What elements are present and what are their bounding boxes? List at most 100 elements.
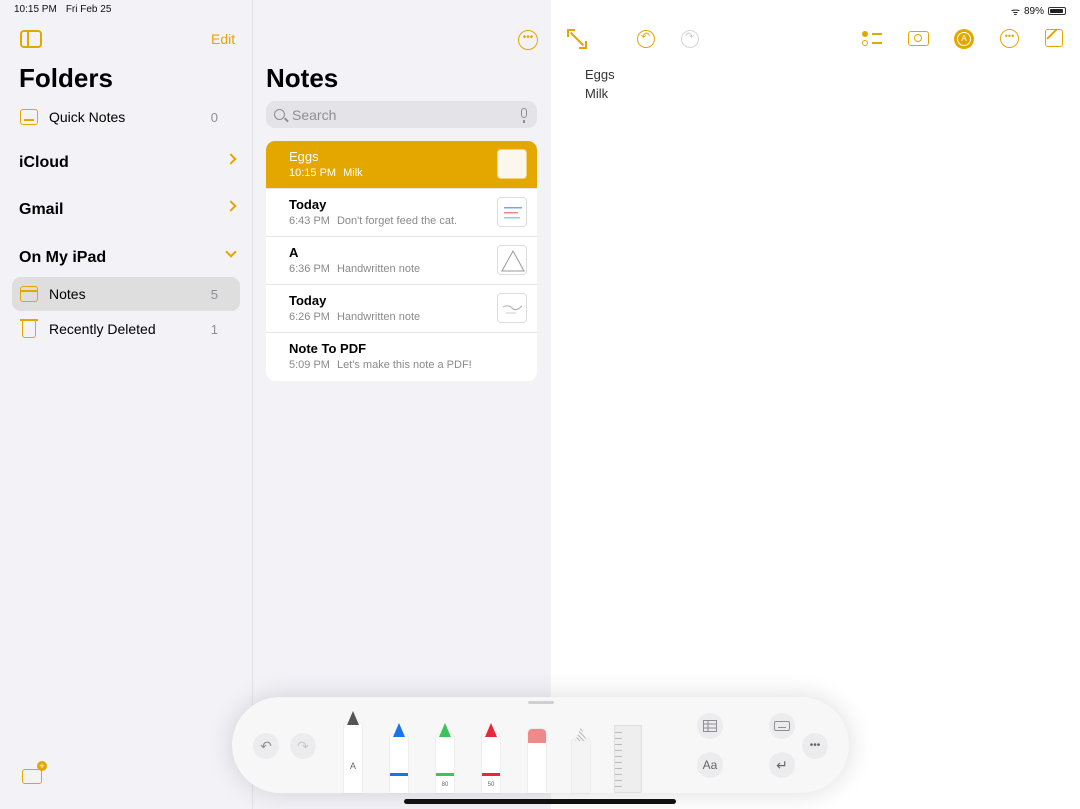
sidebar-toggle-icon[interactable] xyxy=(20,30,42,48)
return-icon[interactable]: ↵ xyxy=(769,752,795,778)
note-line: Milk xyxy=(585,86,609,101)
chevron-right-icon xyxy=(225,200,237,212)
folder-notes[interactable]: Notes 5 xyxy=(12,277,240,311)
edit-button[interactable]: Edit xyxy=(211,31,235,47)
pen-label: A xyxy=(349,761,356,771)
markup-icon[interactable] xyxy=(954,29,974,49)
palette-drag-handle[interactable] xyxy=(528,701,554,704)
note-preview: Don't forget feed the cat. xyxy=(336,215,458,227)
note-item-note-to-pdf[interactable]: Note To PDF 5:09 PM Let's make this note … xyxy=(266,333,537,381)
marker-label: 80 xyxy=(441,782,449,788)
note-time: 10:15 PM xyxy=(289,167,337,179)
undo-icon[interactable] xyxy=(637,30,655,48)
camera-icon[interactable] xyxy=(908,31,929,46)
section-icloud[interactable]: iCloud xyxy=(19,153,237,172)
note-preview: Handwritten note xyxy=(336,263,421,275)
green-marker-tool[interactable]: 80 xyxy=(436,723,454,793)
note-title: Note To PDF xyxy=(289,341,367,356)
palette-more-icon[interactable]: ••• xyxy=(802,733,828,759)
microphone-icon[interactable] xyxy=(521,108,527,123)
note-preview: Milk xyxy=(343,167,363,179)
ruler-tool[interactable] xyxy=(614,725,642,793)
notes-list-column: ••• Notes Eggs 10:15 PMMilk Today 6:43 P… xyxy=(254,0,550,809)
battery-percent: 89% xyxy=(1023,5,1044,17)
note-thumbnail xyxy=(497,197,527,227)
eraser-tool[interactable] xyxy=(528,729,546,793)
green-marker-band xyxy=(436,773,454,776)
note-time: 6:36 PM xyxy=(289,263,330,275)
note-item-a[interactable]: A 6:36 PM Handwritten note xyxy=(266,237,537,285)
keyboard-icon[interactable] xyxy=(769,713,795,739)
section-on-my-ipad[interactable]: On My iPad xyxy=(19,246,237,267)
folder-count: 0 xyxy=(210,109,218,125)
notes-title: Notes xyxy=(266,63,339,93)
folder-quick-notes[interactable]: Quick Notes 0 xyxy=(12,100,240,134)
pen-tool[interactable]: A xyxy=(344,711,362,793)
status-time: 10:15 PM xyxy=(14,4,57,15)
folders-sidebar: Edit Folders Quick Notes 0 iCloud Gmail … xyxy=(0,0,253,809)
chevron-down-icon xyxy=(225,246,237,258)
folder-count: 5 xyxy=(210,286,218,302)
section-label: On My iPad xyxy=(19,249,107,266)
lasso-tool[interactable] xyxy=(572,727,590,793)
trash-icon xyxy=(20,318,38,338)
list-thumbnail-icon xyxy=(504,207,522,219)
note-editor: ••• Eggs Milk xyxy=(551,0,1080,809)
lasso-tip xyxy=(575,727,587,741)
note-line: Eggs xyxy=(585,67,615,82)
red-pencil-band xyxy=(482,773,500,776)
folder-icon xyxy=(20,286,38,302)
redo-icon[interactable] xyxy=(681,30,699,48)
status-date: Fri Feb 25 xyxy=(65,4,112,15)
pencil-label: 50 xyxy=(487,782,495,788)
note-preview: Let's make this note a PDF! xyxy=(336,359,472,371)
green-marker-tip xyxy=(439,723,451,737)
quick-notes-icon xyxy=(20,109,38,125)
folder-recently-deleted[interactable]: Recently Deleted 1 xyxy=(12,312,240,346)
note-item-eggs[interactable]: Eggs 10:15 PM Milk xyxy=(266,141,537,189)
triangle-sketch-icon xyxy=(501,249,525,272)
status-bar-left: 10:15 PM Fri Feb 25 xyxy=(14,4,111,15)
palette-redo-icon[interactable]: ↷ xyxy=(290,733,316,759)
wifi-icon: ᯤ xyxy=(1010,7,1020,18)
note-subtitle: 5:09 PM Let's make this note a PDF! xyxy=(289,359,537,371)
note-item-today[interactable]: Today 6:43 PM Don't forget feed the cat. xyxy=(266,189,537,237)
tool-palette: ↶ ↷ A 80 50 Aa ↵ ••• xyxy=(232,697,849,793)
folders-title: Folders xyxy=(19,63,113,93)
editor-more-icon[interactable]: ••• xyxy=(1000,29,1019,48)
section-gmail[interactable]: Gmail xyxy=(19,200,237,219)
note-time: 6:43 PM xyxy=(289,215,330,227)
table-grid-icon xyxy=(703,720,717,732)
note-thumbnail xyxy=(497,149,527,179)
more-options-icon[interactable]: ••• xyxy=(518,30,538,50)
note-preview: Handwritten note xyxy=(336,311,421,323)
table-icon[interactable] xyxy=(697,713,723,739)
pen-tip xyxy=(347,711,359,725)
note-body[interactable]: Eggs Milk xyxy=(585,65,615,103)
handwriting-thumbnail-icon xyxy=(502,305,523,314)
search-icon xyxy=(274,109,285,120)
red-pencil-tip xyxy=(485,723,497,737)
palette-undo-icon[interactable]: ↶ xyxy=(253,733,279,759)
checklist-icon[interactable] xyxy=(862,29,882,49)
status-bar-right: ᯤ 89% xyxy=(1011,4,1066,18)
red-pencil-tool[interactable]: 50 xyxy=(482,723,500,793)
new-folder-icon[interactable] xyxy=(22,761,47,784)
note-thumbnail xyxy=(497,245,527,275)
folder-label: Notes xyxy=(49,286,86,302)
compose-icon[interactable] xyxy=(1045,29,1063,47)
folder-label: Quick Notes xyxy=(49,109,126,125)
note-item-today-2[interactable]: Today 6:26 PM Handwritten note xyxy=(266,285,537,333)
search-bar[interactable] xyxy=(266,101,537,128)
note-time: 6:26 PM xyxy=(289,311,330,323)
blue-pen-band xyxy=(390,773,408,776)
eraser-cap xyxy=(528,729,546,743)
blue-pen-tool[interactable] xyxy=(390,723,408,793)
keyboard-shape-icon xyxy=(774,721,790,731)
expand-icon[interactable] xyxy=(567,29,587,49)
home-indicator[interactable] xyxy=(404,799,676,804)
note-list: Eggs 10:15 PM Milk Today 6:43 PM Don't for… xyxy=(266,141,537,381)
text-style-button[interactable]: Aa xyxy=(697,752,723,778)
folder-label: Recently Deleted xyxy=(49,321,156,337)
search-input[interactable] xyxy=(292,106,512,123)
